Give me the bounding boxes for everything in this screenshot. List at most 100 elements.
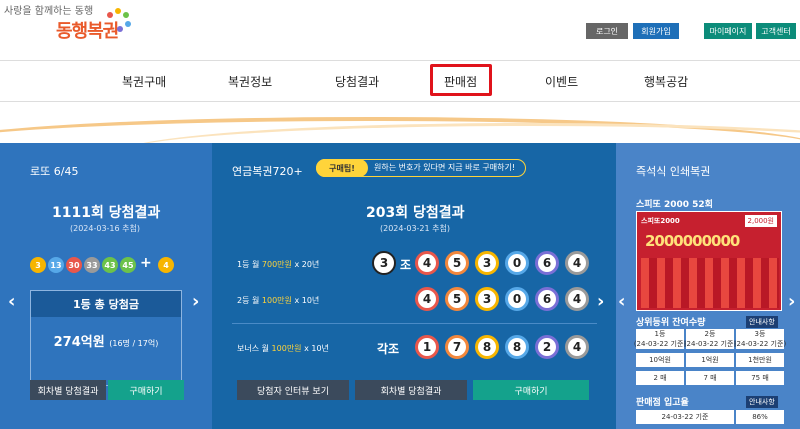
customer-center-button[interactable]: 고객센터 — [756, 23, 796, 39]
pension-divider — [232, 323, 597, 324]
lotto-bonus-ball: 4 — [158, 257, 174, 273]
pension-number-ball: 6 — [535, 287, 559, 311]
pension-number-ball: 8 — [475, 335, 499, 359]
nav-highlight-box — [430, 64, 492, 96]
stock-date: 24-03-22 기준 — [636, 410, 734, 424]
mypage-button[interactable]: 마이페이지 — [704, 23, 752, 39]
header: 사랑을 함께하는 동행 동행복권 로그인 회원가입 마이페이지 고객센터 — [0, 0, 800, 60]
logo[interactable]: 사랑을 함께하는 동행 동행복권 — [4, 2, 134, 52]
remain-date: (24-03-22 기준) — [733, 339, 787, 349]
remain-date: (24-03-22 기준) — [683, 339, 737, 349]
page: 사랑을 함께하는 동행 동행복권 로그인 회원가입 마이페이지 고객센터 복권구… — [0, 0, 800, 429]
lotto-ball: 13 — [48, 257, 64, 273]
pension-rank: 보너스 — [237, 344, 260, 353]
pension-prize-amount: 100만원 — [271, 344, 302, 353]
remain-prize: 1천만원 — [736, 353, 784, 367]
lotto-ball: 43 — [102, 257, 118, 273]
pension-results-button[interactable]: 회차별 당첨결과 — [355, 380, 467, 400]
remain-rank: 1등 — [636, 329, 684, 339]
pension-number-ball: 0 — [505, 251, 529, 275]
pension-prize-amount: 100만원 — [261, 296, 292, 305]
remain-prize: 10억원 — [636, 353, 684, 367]
lotto-ball: 3 — [30, 257, 46, 273]
pension-number-ball: 8 — [505, 335, 529, 359]
pension-round-title: 203회 당첨결과 — [366, 205, 465, 221]
pension-next-arrow-icon[interactable]: › — [597, 291, 604, 312]
pension-number-ball: 5 — [445, 287, 469, 311]
pension-group-all: 각조 — [377, 342, 400, 356]
lotto-prize-amount: 274억원 (16명 / 17억) — [31, 331, 181, 350]
lotto-plus-sign: + — [140, 255, 152, 271]
nav-item-buy[interactable]: 복권구매 — [122, 73, 166, 90]
remain-prize: 1억원 — [686, 353, 734, 367]
logo-slogan: 사랑을 함께하는 동행 — [4, 6, 94, 17]
pension-panel: 연금복권720+ 구매팁! 원하는 번호가 있다면 지금 바로 구매하기! 20… — [212, 143, 616, 429]
pension-group-suffix: 조 — [400, 258, 412, 272]
pension-number-ball: 4 — [415, 251, 439, 275]
pension-prize-prefix: 월 — [252, 296, 262, 305]
login-button[interactable]: 로그인 — [586, 23, 628, 39]
instant-title: 즉석식 인쇄복권 — [636, 165, 711, 178]
pension-number-ball: 5 — [445, 251, 469, 275]
stock-badge[interactable]: 안내사항 — [746, 396, 778, 408]
pension-number-ball: 4 — [565, 251, 589, 275]
instant-next-arrow-icon[interactable]: › — [788, 291, 795, 312]
pension-buy-button[interactable]: 구매하기 — [473, 380, 589, 400]
pension-interview-button[interactable]: 당첨자 인터뷰 보기 — [237, 380, 349, 400]
remain-title: 상위등위 잔여수량 — [636, 318, 706, 328]
join-button[interactable]: 회원가입 — [633, 23, 679, 39]
pension-prize-prefix: 월 — [261, 344, 272, 353]
logo-swirl-icon — [107, 8, 131, 32]
pension-number-ball: 3 — [475, 251, 499, 275]
instant-product: 스피또 2000 52회 — [636, 200, 713, 210]
nav-item-info[interactable]: 복권정보 — [228, 73, 272, 90]
pension-number-ball: 4 — [415, 287, 439, 311]
pension-prize-amount: 700만원 — [261, 260, 292, 269]
lotto-ball: 30 — [66, 257, 82, 273]
remain-count: 75 매 — [736, 371, 784, 385]
lotto-buy-button[interactable]: 구매하기 — [108, 380, 184, 400]
remain-badge[interactable]: 안내사항 — [746, 316, 778, 328]
main-nav: 복권구매 복권정보 당첨결과 판매점 이벤트 행복공감 — [0, 60, 800, 102]
nav-item-events[interactable]: 이벤트 — [545, 73, 578, 90]
pension-number-ball: 1 — [415, 335, 439, 359]
pension-title: 연금복권720+ — [232, 165, 303, 178]
pension-number-ball: 4 — [565, 287, 589, 311]
nav-item-results[interactable]: 당첨결과 — [335, 73, 379, 90]
lotto-ball: 45 — [120, 257, 136, 273]
pension-prize-period: x 10년 — [291, 296, 320, 305]
nav-item-happiness[interactable]: 행복공감 — [644, 73, 688, 90]
lotto-prev-arrow-icon[interactable]: ‹ — [8, 291, 15, 312]
remain-rank: 2등 — [686, 329, 734, 339]
lotto-ball: 33 — [84, 257, 100, 273]
lotto-date: (2024-03-16 추첨) — [70, 224, 140, 233]
lotto-next-arrow-icon[interactable]: › — [192, 291, 199, 312]
pension-row-label: 보너스 월 100만원 x 10년 — [237, 343, 329, 354]
pension-tip-badge: 구매팁! — [316, 159, 368, 177]
lotto-prize-box: 1등 총 당첨금 274억원 (16명 / 17억) — [30, 290, 182, 386]
pension-number-ball: 0 — [505, 287, 529, 311]
instant-panel: 즉석식 인쇄복권 스피또 2000 52회 스피또2000 2,000원 200… — [616, 143, 800, 429]
remain-date: (24-03-22 기준) — [633, 339, 687, 349]
lotto-round-title: 1111회 당첨결과 — [52, 205, 161, 221]
decorative-wave — [0, 103, 800, 143]
lotto-title: 로또 6/45 — [30, 165, 79, 178]
ticket-price: 2,000원 — [744, 215, 777, 227]
pension-number-ball: 2 — [535, 335, 559, 359]
speetto-ticket-image[interactable]: 스피또2000 2,000원 2000000000 — [636, 211, 782, 311]
pension-rank: 2등 — [237, 296, 250, 305]
pension-row-label: 2등 월 100만원 x 10년 — [237, 295, 319, 306]
pension-prize-period: x 20년 — [291, 260, 320, 269]
remain-count: 2 매 — [636, 371, 684, 385]
pension-tip-text: 원하는 번호가 있다면 지금 바로 구매하기! — [374, 163, 516, 172]
pension-number-ball: 7 — [445, 335, 469, 359]
pension-number-ball: 6 — [535, 251, 559, 275]
pension-number-ball: 3 — [475, 287, 499, 311]
ticket-label: 스피또2000 — [641, 217, 680, 225]
instant-prev-arrow-icon[interactable]: ‹ — [618, 291, 625, 312]
lotto-panel: 로또 6/45 1111회 당첨결과 (2024-03-16 추첨) 3 13 30… — [0, 143, 212, 429]
ticket-scratch-area — [641, 258, 779, 308]
remain-rank: 3등 — [736, 329, 784, 339]
pension-prize-prefix: 월 — [252, 260, 262, 269]
lotto-results-button[interactable]: 회차별 당첨결과 — [30, 380, 106, 400]
